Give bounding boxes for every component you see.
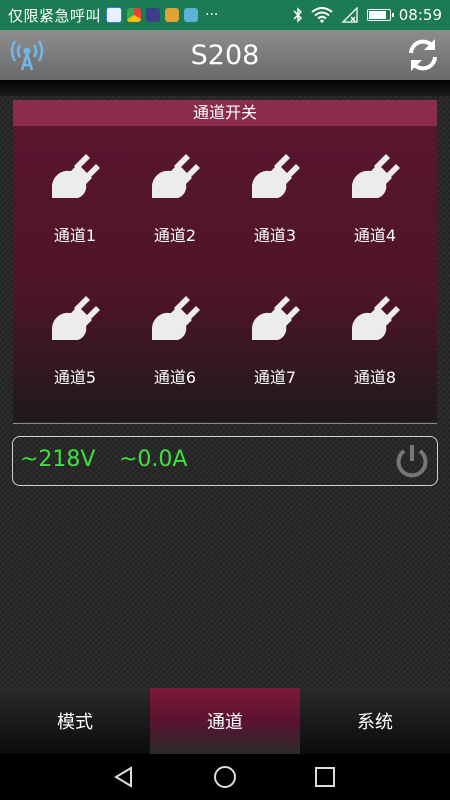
channel-label: 通道7 (253, 368, 297, 387)
back-icon[interactable] (112, 765, 136, 789)
carrier-text: 仅限紧急呼叫 (8, 6, 102, 25)
overflow-dots: ··· (205, 7, 219, 23)
channel-8-toggle[interactable]: 通道8 (325, 268, 425, 388)
channel-4-toggle[interactable]: 通道4 (325, 126, 425, 246)
channel-panel: 通道开关 通道1 通道2 通道3 通道4 通道5 通道6 通道7 通道8 (13, 100, 437, 422)
nav-bar (0, 754, 450, 800)
app-icon-browser (127, 8, 142, 22)
battery-icon (366, 9, 394, 21)
channel-label: 通道3 (253, 226, 297, 245)
channel-1-toggle[interactable]: 通道1 (25, 126, 125, 246)
status-bar: 仅限紧急呼叫 ··· 08:59 (0, 0, 450, 30)
tab-label: 系统 (357, 712, 393, 733)
clock: 08:59 (398, 6, 442, 24)
app-icon-wallet (165, 8, 180, 22)
page-title: S208 (190, 39, 260, 71)
channel-2-toggle[interactable]: 通道2 (125, 126, 225, 246)
current-value: ~0.0A (119, 447, 188, 472)
power-icon[interactable] (393, 442, 431, 480)
app-icon-game (184, 8, 199, 22)
bluetooth-icon (293, 7, 302, 23)
channel-3-toggle[interactable]: 通道3 (225, 126, 325, 246)
channel-label: 通道1 (53, 226, 97, 245)
recents-icon[interactable] (313, 765, 337, 789)
refresh-icon[interactable] (404, 36, 442, 74)
voltage-value: ~218V (20, 447, 96, 472)
tab-label: 模式 (57, 712, 93, 733)
no-signal-icon (341, 7, 358, 23)
channel-label: 通道5 (53, 368, 97, 387)
channel-7-toggle[interactable]: 通道7 (225, 268, 325, 388)
tab-label: 通道 (207, 712, 243, 733)
channel-label: 通道4 (353, 226, 397, 245)
wifi-broadcast-icon[interactable] (8, 36, 46, 74)
channel-grid: 通道1 通道2 通道3 通道4 通道5 通道6 通道7 通道8 (13, 126, 437, 422)
wifi-icon (311, 7, 333, 23)
app-icon-qq (106, 7, 123, 23)
channel-6-toggle[interactable]: 通道6 (125, 268, 225, 388)
channel-5-toggle[interactable]: 通道5 (25, 268, 125, 388)
tab-mode[interactable]: 模式 (0, 688, 150, 754)
app-header: S208 (0, 30, 450, 80)
app-icon-store (146, 8, 161, 22)
divider (13, 423, 437, 424)
channel-label: 通道6 (153, 368, 197, 387)
header-shadow (0, 80, 450, 96)
tab-channel[interactable]: 通道 (150, 688, 300, 754)
panel-title: 通道开关 (13, 100, 437, 126)
channel-label: 通道8 (353, 368, 397, 387)
channel-label: 通道2 (153, 226, 197, 245)
home-icon[interactable] (212, 765, 238, 789)
bottom-tabs: 模式 通道 系统 (0, 688, 450, 754)
tab-system[interactable]: 系统 (300, 688, 450, 754)
power-meter: ~218V ~0.0A (12, 436, 438, 486)
